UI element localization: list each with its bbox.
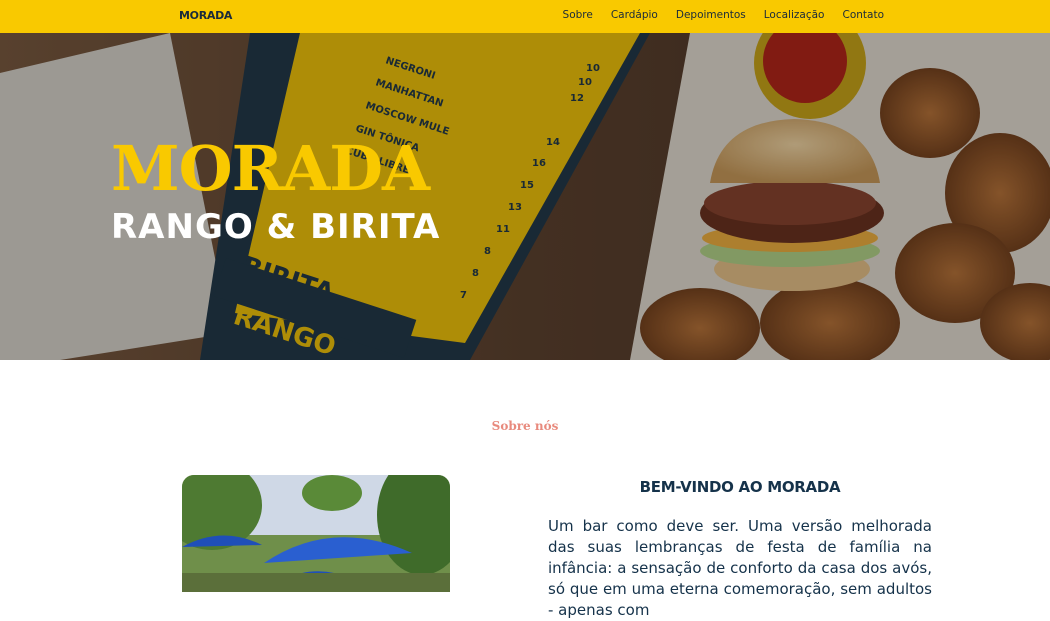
- nav-link-cardapio[interactable]: Cardápio: [611, 9, 658, 21]
- nav-links: Sobre Cardápio Depoimentos Localização C…: [563, 9, 884, 21]
- about-photo: [182, 475, 450, 592]
- site-logo[interactable]: MORADA: [179, 9, 232, 22]
- top-navbar: MORADA Sobre Cardápio Depoimentos Locali…: [0, 0, 1050, 33]
- hero-subtitle: RANGO & BIRITA: [111, 207, 441, 247]
- nav-link-depoimentos[interactable]: Depoimentos: [676, 9, 746, 21]
- hero-title: MORADA: [111, 132, 430, 205]
- nav-link-sobre[interactable]: Sobre: [563, 9, 593, 21]
- nav-link-contato[interactable]: Contato: [842, 9, 884, 21]
- section-label-sobre: Sobre nós: [491, 419, 559, 433]
- about-text: Um bar como deve ser. Uma versão melhora…: [548, 517, 932, 619]
- about-heading: BEM-VINDO AO MORADA: [639, 478, 841, 496]
- hero-banner: NEGRONI MANHATTAN MOSCOW MULE GIN TÔNICA…: [0, 33, 1050, 360]
- nav-link-localizacao[interactable]: Localização: [764, 9, 825, 21]
